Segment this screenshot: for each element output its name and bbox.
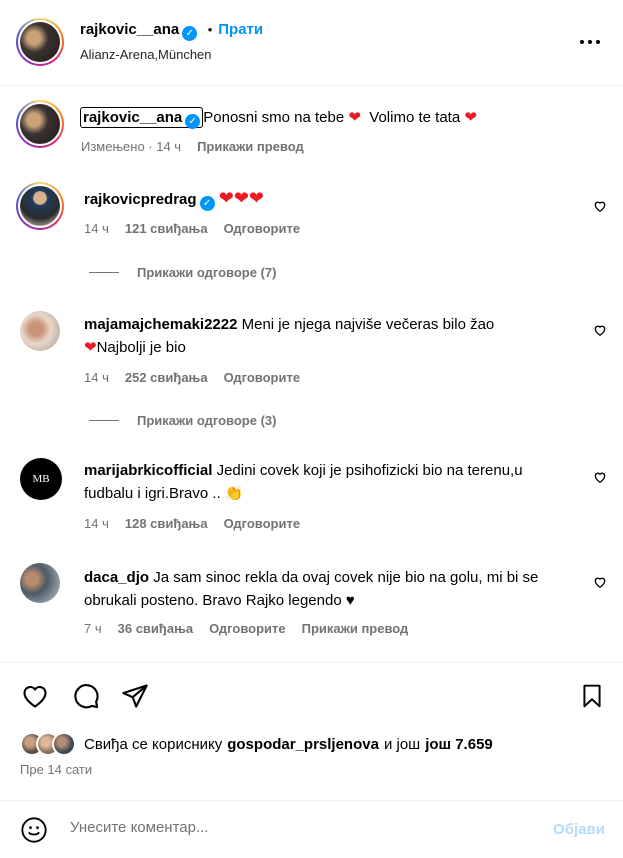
caption-meta: Измењено · 14 ч Прикажи превод xyxy=(81,139,304,154)
comment-time: 14 ч xyxy=(84,516,109,531)
like-comment-heart-icon[interactable] xyxy=(593,575,607,589)
comment-username[interactable]: daca_djo xyxy=(84,569,149,586)
author-avatar[interactable] xyxy=(16,18,64,66)
comment-avatar[interactable]: MB xyxy=(20,458,62,500)
post-header: rajkovic__ana ✓ • Прати Alianz-Arena,Münch… xyxy=(0,0,623,86)
comment-input[interactable] xyxy=(70,819,510,836)
post-timestamp[interactable]: Пре 14 сати xyxy=(20,762,92,777)
comment-text: rajkovicpredrag ✓ ❤❤❤ xyxy=(84,187,564,211)
caption-edited-time: Измењено · 14 ч xyxy=(81,139,182,154)
comment-time: 14 ч xyxy=(84,221,109,236)
comment-avatar[interactable] xyxy=(16,182,64,230)
comment-likes[interactable]: 121 свиђања xyxy=(125,221,208,236)
comment-likes[interactable]: 128 свиђања xyxy=(125,516,208,531)
verified-badge-icon: ✓ xyxy=(199,196,215,211)
liked-by-middle: и још xyxy=(383,735,421,753)
add-comment-bar: Објави xyxy=(0,800,623,858)
post-location[interactable]: Alianz-Arena,München xyxy=(80,47,212,62)
comment-text: daca_djo Ja sam sinoc rekla da ovaj cove… xyxy=(84,569,539,609)
view-replies-button[interactable]: Прикажи одговоре (7) xyxy=(89,265,276,280)
avatar-logo-text: MB xyxy=(32,473,50,485)
share-paper-plane-icon[interactable] xyxy=(120,682,150,710)
verified-badge-icon: ✓ xyxy=(185,114,201,129)
liked-by-count[interactable]: још 7.659 xyxy=(425,736,493,753)
like-comment-heart-icon[interactable] xyxy=(593,199,607,213)
comment-likes[interactable]: 36 свиђања xyxy=(118,621,193,636)
replies-divider xyxy=(89,420,119,421)
caption-username[interactable]: rajkovic__ana ✓ xyxy=(80,107,204,129)
comment-username[interactable]: majamajchemaki2222 xyxy=(84,316,237,333)
comment-meta: 14 ч 121 свиђања Одговорите xyxy=(84,221,300,236)
emoji-smiley-icon[interactable] xyxy=(20,816,48,844)
comment-meta: 14 ч 252 свиђања Одговорите xyxy=(84,370,300,385)
caption-text: rajkovic__ana ✓ Ponosni smo na tebe ❤ Voli… xyxy=(80,106,600,129)
comment-text: majamajchemaki2222 Meni je njega najviše… xyxy=(84,316,495,356)
replies-divider xyxy=(89,272,119,273)
comment-meta: 14 ч 128 свиђања Одговорите xyxy=(84,516,300,531)
red-heart-emoji-icon: ❤ xyxy=(348,109,361,126)
comment-likes[interactable]: 252 свиђања xyxy=(125,370,208,385)
liked-by-prefix: Свиђа се кориснику xyxy=(84,735,223,753)
post-comment-button[interactable]: Објави xyxy=(553,821,605,838)
liked-by-avatars[interactable] xyxy=(20,732,76,756)
post-action-bar xyxy=(0,662,623,663)
comment-avatar[interactable] xyxy=(20,563,60,603)
reply-button[interactable]: Одговорите xyxy=(224,370,301,385)
red-heart-emoji-icon: ❤ xyxy=(464,109,477,126)
avatar xyxy=(52,732,76,756)
save-bookmark-icon[interactable] xyxy=(579,682,605,710)
like-comment-heart-icon[interactable] xyxy=(593,470,607,484)
separator-dot: • xyxy=(207,22,213,37)
red-heart-emoji-icon: ❤ xyxy=(84,339,97,356)
liked-by-row: Свиђа се кориснику gospodar_prsljenova и… xyxy=(20,732,493,756)
like-comment-heart-icon[interactable] xyxy=(593,323,607,337)
red-heart-emoji-icon: ❤❤❤ xyxy=(218,188,264,208)
follow-button[interactable]: Прати xyxy=(218,21,263,38)
comment-bubble-icon[interactable] xyxy=(71,682,101,710)
comment-time: 14 ч xyxy=(84,370,109,385)
reply-button[interactable]: Одговорите xyxy=(209,621,286,636)
black-heart-emoji-icon: ♥ xyxy=(345,592,355,609)
comment-meta: 7 ч 36 свиђања Одговорите Прикажи превод xyxy=(84,621,408,636)
like-heart-icon[interactable] xyxy=(20,682,50,710)
comment-username[interactable]: marijabrkicofficial xyxy=(84,462,212,479)
more-horizontal-icon[interactable] xyxy=(578,32,602,52)
comment-avatar[interactable] xyxy=(20,311,60,351)
view-replies-button[interactable]: Прикажи одговоре (3) xyxy=(89,413,276,428)
reply-button[interactable]: Одговорите xyxy=(224,221,301,236)
reply-button[interactable]: Одговорите xyxy=(224,516,301,531)
clapping-hands-emoji-icon: 👏 xyxy=(224,485,244,502)
comment-text: marijabrkicofficial Jedini covek koji je… xyxy=(84,462,523,502)
comment-username[interactable]: rajkovicpredrag xyxy=(84,191,197,208)
comment-time: 7 ч xyxy=(84,621,102,636)
caption-avatar[interactable] xyxy=(16,100,64,148)
author-username[interactable]: rajkovic__ana xyxy=(80,21,179,38)
liked-by-username[interactable]: gospodar_prsljenova xyxy=(227,736,379,753)
show-translation-link[interactable]: Прикажи превод xyxy=(197,139,304,154)
verified-badge-icon: ✓ xyxy=(182,26,198,41)
show-translation-link[interactable]: Прикажи превод xyxy=(302,621,409,636)
